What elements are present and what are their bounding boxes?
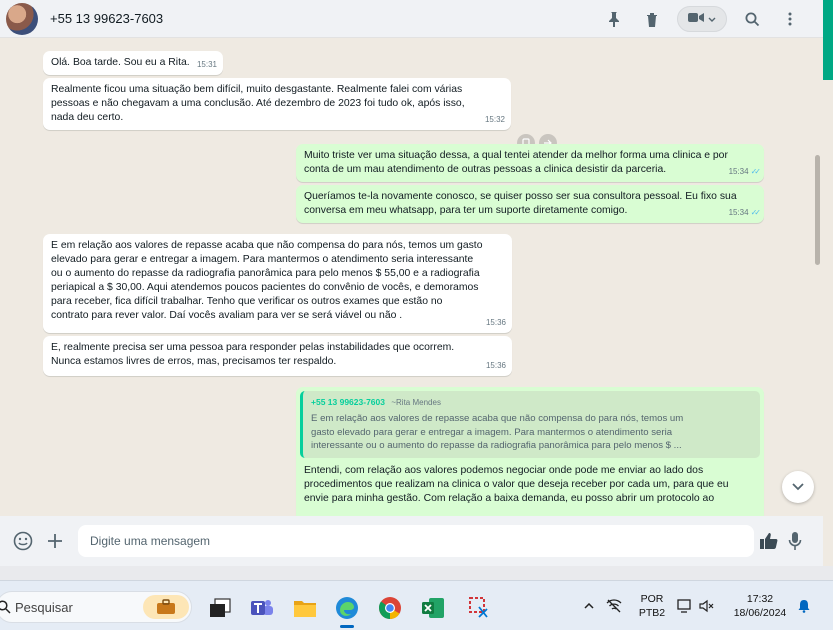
work-briefcase-icon[interactable] [143, 595, 189, 619]
message-timestamp: 15:34 [728, 167, 749, 176]
thumbs-up-icon[interactable] [757, 529, 781, 553]
message-time: 15:36 [486, 316, 506, 330]
quote-text: E em relação aos valores de repasse acab… [311, 413, 684, 451]
message-outgoing[interactable]: Queríamos te-la novamente conosco, se qu… [296, 185, 764, 223]
contact-name[interactable]: +55 13 99623-7603 [50, 11, 163, 26]
message-time: 15:36 [486, 359, 506, 373]
search-icon [0, 600, 11, 619]
excel-icon[interactable] [420, 595, 446, 621]
message-time: 15:34 ✓✓ [728, 165, 762, 179]
notification-bell-icon[interactable] [794, 599, 814, 613]
clock-date: 18/06/2024 [733, 607, 787, 619]
message-text: Queríamos te-la novamente conosco, se qu… [304, 191, 737, 216]
microphone-icon[interactable] [783, 529, 807, 553]
volume-muted-icon[interactable] [696, 599, 718, 613]
language-indicator[interactable]: POR PTB2 [630, 592, 674, 620]
message-timestamp: 15:36 [485, 318, 506, 327]
read-ticks-icon: ✓✓ [750, 208, 762, 217]
quote-author: +55 13 99623-7603 ~Rita Mendes [311, 395, 752, 410]
pin-icon[interactable] [595, 0, 633, 38]
attach-plus-icon[interactable] [43, 529, 67, 553]
chat-header: +55 13 99623-7603 [0, 0, 823, 38]
message-text: E, realmente precisa ser uma pessoa para… [51, 342, 455, 367]
message-list[interactable]: Olá. Boa tarde. Sou eu a Rita. 15:31 Rea… [0, 38, 823, 516]
compose-bar [0, 516, 823, 566]
quoted-message[interactable]: +55 13 99623-7603 ~Rita Mendes E em rela… [300, 391, 760, 458]
message-incoming[interactable]: E, realmente precisa ser uma pessoa para… [43, 336, 512, 376]
message-outgoing-reply[interactable]: +55 13 99623-7603 ~Rita Mendes E em rela… [296, 387, 764, 516]
display-icon[interactable] [674, 599, 696, 613]
whatsapp-window: +55 13 99623-7603 Olá. Boa tarde. Sou eu… [0, 0, 833, 630]
window-bottom-strip [0, 566, 833, 580]
menu-icon[interactable] [771, 0, 809, 38]
clock-time: 17:32 [746, 593, 774, 605]
file-explorer-icon[interactable] [292, 595, 318, 621]
taskbar-search-label: Pesquisar [15, 599, 73, 615]
system-tray: POR PTB2 17:32 18/06/2024 [580, 581, 814, 630]
avatar[interactable] [6, 2, 38, 35]
windows-taskbar: Pesquisar POR PTB2 17:32 18/06/2024 [0, 580, 833, 630]
scrollbar-thumb[interactable] [815, 155, 820, 265]
message-text: Entendi, com relação aos valores podemos… [304, 464, 729, 504]
chevron-down-icon [792, 478, 804, 496]
message-timestamp: 15:36 [485, 361, 506, 370]
chevron-up-icon[interactable] [580, 603, 598, 609]
network-offline-icon[interactable] [598, 599, 630, 613]
scroll-to-bottom-button[interactable] [782, 471, 814, 503]
snipping-tool-icon[interactable] [466, 595, 492, 621]
read-ticks-icon: ✓✓ [750, 167, 762, 176]
search-icon[interactable] [733, 0, 771, 38]
quote-author-name: ~Rita Mendes [391, 398, 441, 407]
video-call-icon [688, 10, 704, 28]
keyboard-layout: PTB2 [638, 607, 666, 619]
edge-icon[interactable] [334, 595, 360, 621]
message-incoming[interactable]: E em relação aos valores de repasse acab… [43, 234, 512, 333]
emoji-icon[interactable] [11, 529, 35, 553]
message-text: E em relação aos valores de repasse acab… [51, 240, 483, 321]
teams-icon[interactable] [249, 595, 275, 621]
message-incoming[interactable]: Olá. Boa tarde. Sou eu a Rita. 15:31 [43, 51, 223, 75]
delete-icon[interactable] [633, 0, 671, 38]
message-text: Olá. Boa tarde. Sou eu a Rita. [51, 57, 190, 68]
window-accent-bar [823, 0, 833, 80]
chevron-down-icon [708, 10, 716, 28]
message-input[interactable] [78, 525, 754, 557]
message-time: 15:34 ✓✓ [728, 206, 762, 220]
message-timestamp: 15:31 [196, 60, 217, 69]
message-timestamp: 15:34 [728, 208, 749, 217]
chrome-icon[interactable] [377, 595, 403, 621]
taskbar-search[interactable]: Pesquisar [0, 591, 192, 623]
video-call-button[interactable] [677, 6, 727, 32]
quote-author-number: +55 13 99623-7603 [311, 397, 385, 407]
message-time: 15:31 [197, 58, 217, 72]
message-timestamp: 15:32 [484, 115, 505, 124]
clock[interactable]: 17:32 18/06/2024 [726, 592, 794, 620]
message-outgoing[interactable]: Muito triste ver uma situação dessa, a q… [296, 144, 764, 182]
message-time: 15:32 [485, 113, 505, 127]
message-text: Muito triste ver uma situação dessa, a q… [304, 150, 728, 175]
task-view-icon[interactable] [207, 595, 233, 621]
header-actions [595, 0, 809, 38]
message-incoming[interactable]: Realmente ficou uma situação bem difícil… [43, 78, 511, 130]
message-text: Realmente ficou uma situação bem difícil… [51, 84, 465, 123]
active-app-indicator [340, 625, 354, 628]
scrollbar-track[interactable] [823, 80, 833, 520]
language-code: POR [640, 593, 664, 605]
